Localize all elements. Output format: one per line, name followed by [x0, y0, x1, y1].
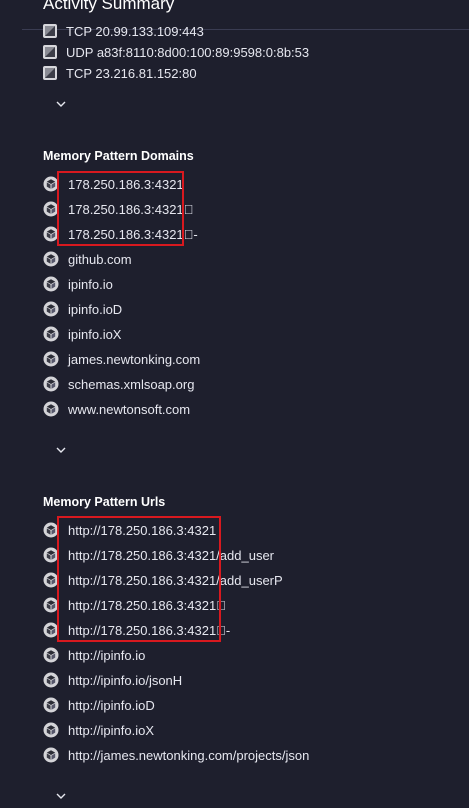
list-item: github.com	[43, 249, 132, 269]
list-item: TCP 20.99.133.109:443	[43, 21, 204, 41]
pattern-label: http://ipinfo.ioX	[68, 722, 154, 738]
list-item: www.newtonsoft.com	[43, 399, 190, 419]
list-item: schemas.xmlsoap.org	[43, 374, 194, 394]
list-item: ipinfo.io	[43, 274, 113, 294]
network-icon	[43, 24, 57, 38]
section-title-urls: Memory Pattern Urls	[43, 495, 166, 509]
pattern-label: ipinfo.ioX	[68, 326, 122, 342]
chevron-down-icon[interactable]	[55, 788, 67, 799]
pattern-label: github.com	[68, 251, 132, 267]
pattern-label: ipinfo.ioD	[68, 301, 123, 317]
pattern-label: www.newtonsoft.com	[68, 401, 191, 417]
list-item: TCP 23.216.81.152:80	[43, 63, 197, 83]
network-icon	[43, 66, 57, 80]
memory-pattern-icon	[43, 697, 59, 713]
connection-label: TCP 20.99.133.109:443	[66, 23, 204, 39]
pattern-label: james.newtonking.com	[68, 351, 201, 367]
list-item: http://ipinfo.ioD	[43, 695, 155, 715]
memory-pattern-icon	[43, 672, 59, 688]
pattern-label: http://ipinfo.io/jsonH	[68, 672, 183, 688]
memory-pattern-icon	[43, 376, 59, 392]
network-icon	[43, 45, 57, 59]
memory-pattern-icon	[43, 301, 59, 317]
connection-label: UDP a83f:8110:8d00:100:89:9598:0:8b:53	[66, 44, 310, 60]
list-item: ipinfo.ioX	[43, 324, 121, 344]
memory-pattern-icon	[43, 747, 59, 763]
list-item: james.newtonking.com	[43, 349, 200, 369]
highlight-box-urls	[57, 516, 221, 642]
pattern-label: schemas.xmlsoap.org	[68, 376, 195, 392]
chevron-down-icon[interactable]	[55, 442, 67, 453]
section-title-domains: Memory Pattern Domains	[43, 149, 194, 163]
page-title: Activity Summary	[43, 0, 175, 13]
memory-pattern-icon	[43, 401, 59, 417]
list-item: UDP a83f:8110:8d00:100:89:9598:0:8b:53	[43, 42, 309, 62]
memory-pattern-icon	[43, 647, 59, 663]
pattern-label: http://ipinfo.ioD	[68, 697, 155, 713]
memory-pattern-icon	[43, 351, 59, 367]
highlight-box-domains	[57, 171, 184, 246]
list-item: ipinfo.ioD	[43, 299, 122, 319]
list-item: http://ipinfo.io/jsonH	[43, 670, 182, 690]
pattern-label: http://ipinfo.io	[68, 647, 146, 663]
chevron-down-icon[interactable]	[55, 96, 67, 107]
list-item: http://ipinfo.io	[43, 645, 145, 665]
memory-pattern-icon	[43, 276, 59, 292]
memory-pattern-icon	[43, 722, 59, 738]
pattern-label: ipinfo.io	[68, 276, 113, 292]
pattern-label: http://james.newtonking.com/projects/jso…	[68, 747, 310, 763]
list-item: http://james.newtonking.com/projects/jso…	[43, 745, 309, 765]
list-item: http://ipinfo.ioX	[43, 720, 154, 740]
connection-label: TCP 23.216.81.152:80	[66, 65, 197, 81]
memory-pattern-icon	[43, 326, 59, 342]
memory-pattern-icon	[43, 251, 59, 267]
